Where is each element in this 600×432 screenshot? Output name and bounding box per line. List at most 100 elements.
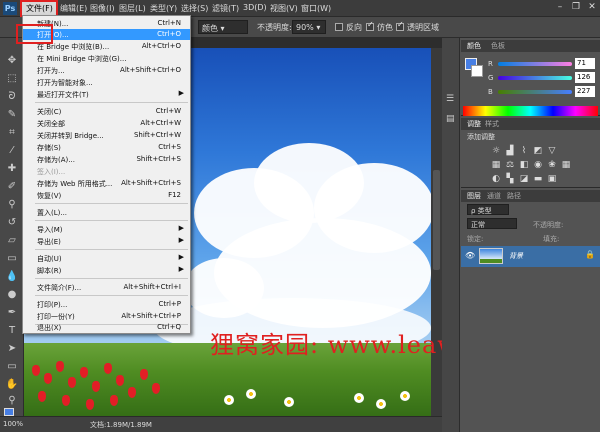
tab-styles[interactable]: 样式	[485, 119, 499, 129]
menu-item-open-as[interactable]: 打开为... Alt+Shift+Ctrl+O	[23, 65, 190, 76]
brightness-icon[interactable]: ☼	[491, 146, 501, 156]
menu-item-close-all[interactable]: 关闭全部 Alt+Ctrl+W	[23, 118, 190, 129]
menu-view[interactable]: 视图(V)	[270, 3, 298, 14]
menu-file[interactable]: 文件(F)	[20, 0, 58, 17]
black-white-icon[interactable]: ◧	[519, 160, 529, 170]
menu-item-export[interactable]: 导出(E) ▶	[23, 236, 190, 247]
quick-select-tool-icon[interactable]: ✎	[5, 108, 19, 122]
menu-item-save-for-web[interactable]: 存储为 Web 所用格式... Alt+Shift+Ctrl+S	[23, 178, 190, 189]
marquee-tool-icon[interactable]: ⬚	[5, 72, 19, 86]
red-value[interactable]: 71	[575, 58, 595, 69]
hue-saturation-icon[interactable]: ▦	[491, 160, 501, 170]
dither-checkbox[interactable]	[366, 20, 374, 31]
menu-item-import[interactable]: 导入(M) ▶	[23, 224, 190, 235]
vibrance-icon[interactable]: ▽	[547, 146, 557, 156]
exposure-icon[interactable]: ◩	[533, 146, 543, 156]
minimize-icon[interactable]: –	[552, 0, 568, 15]
selective-color-icon[interactable]: ▣	[547, 174, 557, 184]
dodge-tool-icon[interactable]: ●	[5, 288, 19, 302]
menu-item-revert[interactable]: 恢复(V) F12	[23, 190, 190, 201]
menu-item-automate[interactable]: 自动(U) ▶	[23, 253, 190, 264]
curves-icon[interactable]: ⌇	[519, 146, 529, 156]
menu-filter[interactable]: 滤镜(T)	[212, 3, 239, 14]
invert-icon[interactable]: ◐	[491, 174, 501, 184]
color-balance-icon[interactable]: ⚖	[505, 160, 515, 170]
eyedropper-tool-icon[interactable]: ⁄	[5, 144, 19, 158]
red-slider[interactable]	[498, 62, 572, 66]
brush-tool-icon[interactable]: ✐	[5, 180, 19, 194]
background-color-chip[interactable]	[471, 65, 483, 77]
channel-mixer-icon[interactable]: ❀	[547, 160, 557, 170]
scroll-thumb[interactable]	[433, 170, 440, 270]
menu-item-open-smart-object[interactable]: 打开为智能对象...	[23, 77, 190, 88]
menu-item-print[interactable]: 打印(P)... Ctrl+P	[23, 299, 190, 310]
layer-row-background[interactable]: 👁 背景 🔒	[461, 246, 600, 267]
layer-blend-mode[interactable]: 正常	[467, 218, 517, 229]
path-select-tool-icon[interactable]: ➤	[5, 342, 19, 356]
eraser-tool-icon[interactable]: ▱	[5, 234, 19, 248]
green-value[interactable]: 126	[575, 72, 595, 83]
menu-item-recent-files[interactable]: 最近打开文件(T) ▶	[23, 89, 190, 100]
menu-item-save[interactable]: 存储(S) Ctrl+S	[23, 142, 190, 153]
tab-layers[interactable]: 图层	[467, 191, 481, 201]
tab-color[interactable]: 颜色	[467, 41, 481, 51]
photo-filter-icon[interactable]: ◉	[533, 160, 543, 170]
blue-slider[interactable]	[498, 90, 572, 94]
green-slider[interactable]	[498, 76, 572, 80]
menu-item-exit[interactable]: 退出(X) Ctrl+Q	[23, 322, 190, 333]
tab-adjustments[interactable]: 调整	[467, 119, 481, 129]
canvas-scrollbar[interactable]	[431, 48, 442, 416]
color-spectrum-bar[interactable]	[463, 106, 598, 116]
menu-item-close[interactable]: 关闭(C) Ctrl+W	[23, 106, 190, 117]
layer-visibility-icon[interactable]: 👁	[465, 251, 475, 260]
layer-name[interactable]: 背景	[509, 251, 523, 261]
blur-tool-icon[interactable]: 💧	[5, 270, 19, 284]
menu-type[interactable]: 类型(Y)	[150, 3, 177, 14]
tab-swatches[interactable]: 色板	[491, 41, 505, 51]
zoom-level[interactable]: 100%	[3, 420, 23, 428]
color-lookup-icon[interactable]: ▦	[561, 160, 571, 170]
layer-kind-filter[interactable]: ρ 类型	[467, 204, 509, 215]
properties-icon[interactable]: ▤	[446, 114, 455, 124]
menu-item-scripts[interactable]: 脚本(R) ▶	[23, 265, 190, 276]
restore-icon[interactable]: ❐	[568, 0, 584, 15]
blend-mode-select[interactable]: 颜色 ▾	[198, 20, 248, 34]
menu-item-place[interactable]: 置入(L)...	[23, 207, 190, 218]
lasso-tool-icon[interactable]: ᘐ	[5, 90, 19, 104]
shape-tool-icon[interactable]: ▭	[5, 360, 19, 374]
zoom-tool-icon[interactable]: ⚲	[5, 394, 19, 408]
tab-channels[interactable]: 通道	[487, 191, 501, 201]
menu-item-close-goto-bridge[interactable]: 关闭并转到 Bridge... Shift+Ctrl+W	[23, 130, 190, 141]
healing-tool-icon[interactable]: ✚	[5, 162, 19, 176]
reverse-checkbox[interactable]	[335, 23, 343, 31]
blue-value[interactable]: 227	[575, 86, 595, 97]
menu-edit[interactable]: 编辑(E)	[60, 3, 87, 14]
history-icon[interactable]: ☰	[446, 94, 454, 104]
menu-window[interactable]: 窗口(W)	[301, 3, 331, 14]
stamp-tool-icon[interactable]: ⚲	[5, 198, 19, 212]
threshold-icon[interactable]: ◪	[519, 174, 529, 184]
gradient-map-icon[interactable]: ▬	[533, 174, 543, 184]
opacity-field[interactable]: 90% ▾	[292, 20, 326, 34]
gradient-tool-icon[interactable]: ▭	[5, 252, 19, 266]
history-brush-tool-icon[interactable]: ↺	[5, 216, 19, 230]
menu-item-print-one-copy[interactable]: 打印一份(Y) Alt+Shift+Ctrl+P	[23, 311, 190, 322]
move-tool-icon[interactable]: ✥	[5, 54, 19, 68]
menu-layer[interactable]: 图层(L)	[119, 3, 146, 14]
crop-tool-icon[interactable]: ⌗	[5, 126, 19, 140]
tab-paths[interactable]: 路径	[507, 191, 521, 201]
menu-select[interactable]: 选择(S)	[181, 3, 208, 14]
type-tool-icon[interactable]: T	[5, 324, 19, 338]
close-icon[interactable]: ✕	[584, 0, 600, 15]
posterize-icon[interactable]: ▚	[505, 174, 515, 184]
menu-item-browse-mini-bridge[interactable]: 在 Mini Bridge 中浏览(G)...	[23, 53, 190, 64]
menu-image[interactable]: 图像(I)	[90, 3, 115, 14]
foreground-color-swatch[interactable]	[4, 408, 14, 416]
transparency-checkbox[interactable]	[396, 20, 404, 31]
pen-tool-icon[interactable]: ✒	[5, 306, 19, 320]
menu-3d[interactable]: 3D(D)	[243, 3, 267, 12]
hand-tool-icon[interactable]: ✋	[5, 378, 19, 392]
menu-item-save-as[interactable]: 存储为(A)... Shift+Ctrl+S	[23, 154, 190, 165]
menu-item-file-info[interactable]: 文件简介(F)... Alt+Shift+Ctrl+I	[23, 282, 190, 293]
levels-icon[interactable]: ▟	[505, 146, 515, 156]
